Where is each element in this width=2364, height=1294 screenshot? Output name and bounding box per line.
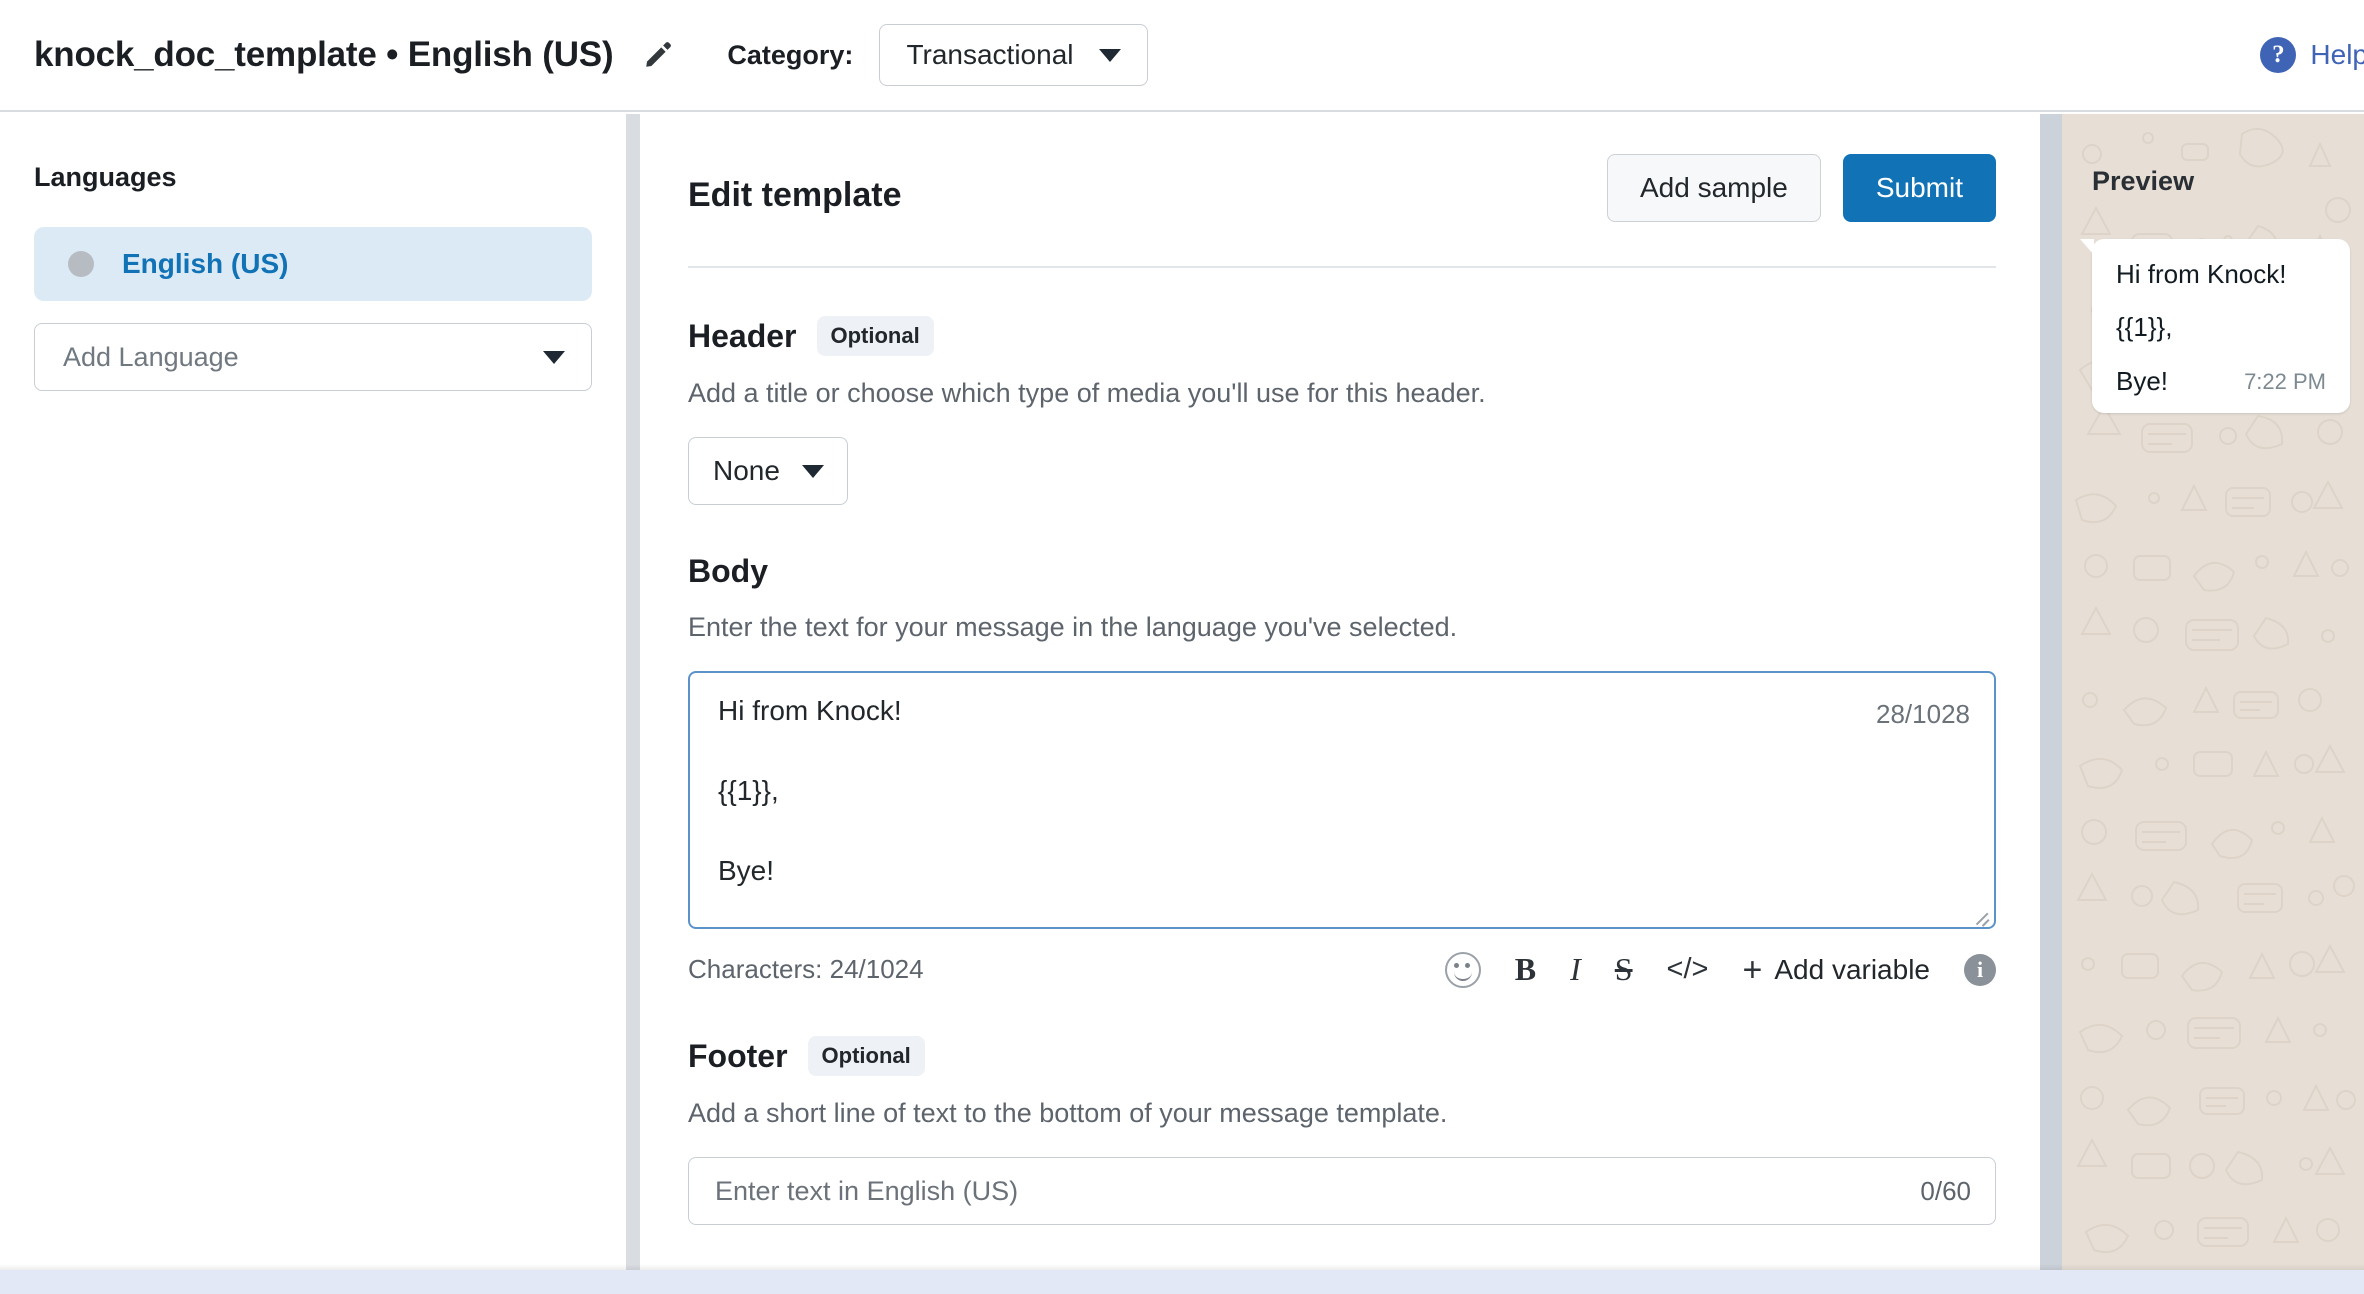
footer-text-input[interactable]: Enter text in English (US) 0/60	[688, 1157, 1996, 1225]
body-toolbar: Characters: 24/1024 B I S </> + Add vari…	[688, 951, 1996, 988]
footer-section-description: Add a short line of text to the bottom o…	[688, 1098, 1996, 1129]
preview-timestamp: 7:22 PM	[2244, 369, 2326, 395]
preview-title: Preview	[2092, 166, 2364, 197]
header-media-type-value: None	[713, 455, 780, 487]
resize-handle-icon[interactable]	[1972, 906, 1990, 924]
sidebar-item-label: English (US)	[122, 248, 288, 280]
footer-input-placeholder: Enter text in English (US)	[715, 1176, 1018, 1207]
preview-gutter	[2040, 114, 2062, 1270]
bottom-bar	[0, 1270, 2364, 1294]
header-section-description: Add a title or choose which type of medi…	[688, 378, 1996, 409]
header-section-title: Header	[688, 318, 797, 355]
preview-message-spacer	[2116, 288, 2326, 314]
body-text-line: Bye!	[718, 857, 1966, 885]
help-link[interactable]: ? Help	[2260, 37, 2364, 73]
help-label: Help	[2310, 39, 2364, 71]
italic-button[interactable]: I	[1570, 951, 1581, 988]
footer-section: Footer Optional Add a short line of text…	[688, 988, 1996, 1225]
body-inline-counter: 28/1028	[1876, 699, 1970, 730]
header-media-type-dropdown[interactable]: None	[688, 437, 848, 505]
preview-message-line: Bye!	[2116, 368, 2168, 395]
bold-button[interactable]: B	[1515, 951, 1536, 988]
header-optional-badge: Optional	[817, 316, 934, 356]
body-text-spacer	[718, 725, 1966, 777]
body-text-line: {{1}},	[718, 777, 1966, 805]
preview-message-last-row: Bye! 7:22 PM	[2116, 368, 2326, 395]
plus-icon: +	[1742, 953, 1762, 987]
edit-template-panel: Edit template Add sample Submit Header O…	[640, 114, 2040, 1270]
add-language-dropdown[interactable]: Add Language	[34, 323, 592, 391]
body-text-line: Hi from Knock!	[718, 697, 1966, 725]
footer-optional-badge: Optional	[808, 1036, 925, 1076]
body-section-title: Body	[688, 553, 768, 590]
header-section: Header Optional Add a title or choose wh…	[688, 268, 1996, 505]
preview-message-spacer	[2116, 342, 2326, 368]
body-character-count: Characters: 24/1024	[688, 954, 924, 985]
panel-actions: Add sample Submit	[1607, 154, 1996, 222]
chevron-down-icon	[1099, 49, 1121, 62]
panel-title: Edit template	[688, 154, 901, 215]
edit-title-button[interactable]	[635, 32, 681, 78]
question-mark-icon: ?	[2260, 37, 2296, 73]
pencil-icon	[643, 40, 673, 70]
body-text-spacer	[718, 805, 1966, 857]
footer-section-title: Footer	[688, 1038, 788, 1075]
code-button[interactable]: </>	[1667, 953, 1709, 986]
page-title: knock_doc_template • English (US)	[34, 35, 613, 75]
footer-character-counter: 0/60	[1920, 1176, 1971, 1207]
preview-message-line: Hi from Knock!	[2116, 261, 2326, 288]
status-dot-icon	[68, 251, 94, 277]
info-icon[interactable]: i	[1964, 954, 1996, 986]
add-language-placeholder: Add Language	[63, 342, 239, 373]
body-format-tools: B I S </> + Add variable i	[1445, 951, 1996, 988]
body-textarea[interactable]: 28/1028 Hi from Knock! {{1}}, Bye!	[688, 671, 1996, 929]
emoji-button[interactable]	[1445, 952, 1481, 988]
strikethrough-button[interactable]: S	[1615, 951, 1633, 988]
emoji-icon	[1445, 952, 1481, 988]
add-variable-label: Add variable	[1774, 954, 1930, 986]
body-section-description: Enter the text for your message in the l…	[688, 612, 1996, 643]
footer-section-heading: Footer Optional	[688, 1036, 1996, 1076]
sidebar-heading: Languages	[34, 162, 592, 193]
app-header: knock_doc_template • English (US) Catego…	[0, 0, 2364, 112]
sidebar-item-english-us[interactable]: English (US)	[34, 227, 592, 301]
submit-button[interactable]: Submit	[1843, 154, 1996, 222]
sidebar-divider	[626, 114, 640, 1270]
add-sample-button[interactable]: Add sample	[1607, 154, 1821, 222]
category-label: Category:	[727, 40, 853, 71]
header-section-heading: Header Optional	[688, 316, 1996, 356]
preview-message-bubble: Hi from Knock! {{1}}, Bye! 7:22 PM	[2092, 239, 2350, 413]
body-section: Body Enter the text for your message in …	[688, 505, 1996, 988]
panel-header: Edit template Add sample Submit	[688, 114, 1996, 222]
category-value: Transactional	[906, 39, 1073, 71]
body-section-heading: Body	[688, 553, 1996, 590]
chevron-down-icon	[543, 351, 565, 364]
category-dropdown[interactable]: Transactional	[879, 24, 1148, 86]
languages-sidebar: Languages English (US) Add Language	[0, 114, 626, 1270]
add-variable-button[interactable]: + Add variable	[1742, 953, 1930, 987]
preview-panel: Preview Hi from Knock! {{1}}, Bye! 7:22 …	[2062, 114, 2364, 1270]
preview-message-line: {{1}},	[2116, 314, 2326, 341]
chevron-down-icon	[802, 465, 824, 478]
